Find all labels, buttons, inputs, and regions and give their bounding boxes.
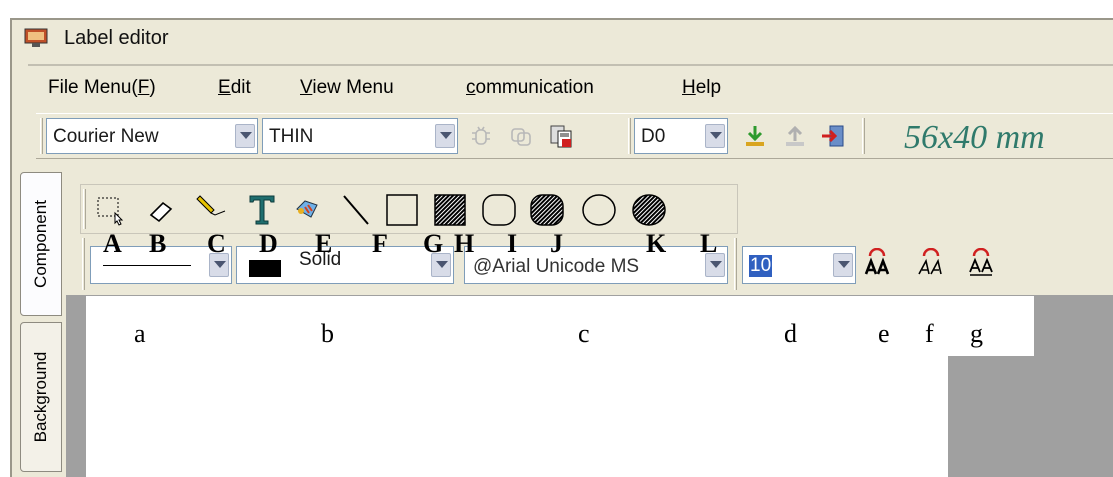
barcode-icon[interactable]	[291, 195, 323, 223]
select-icon[interactable]	[95, 195, 127, 227]
ellipse-icon[interactable]	[581, 193, 617, 227]
annotation-c: c	[578, 319, 590, 348]
toolbar-grip[interactable]	[83, 189, 86, 229]
upload-icon[interactable]	[782, 123, 808, 149]
tab-background[interactable]: Background	[20, 322, 62, 472]
annotation-g: g	[970, 319, 983, 348]
menu-file[interactable]: File Menu(F)	[48, 77, 156, 99]
text-font-value: @Arial Unicode MS	[473, 256, 640, 277]
annotation-b: b	[321, 319, 334, 348]
paste-icon[interactable]	[548, 123, 574, 149]
bug-icon[interactable]	[468, 123, 494, 149]
annotation-K: K	[646, 229, 667, 258]
toolbar-grip[interactable]	[82, 238, 85, 290]
line-weight-value: THIN	[269, 126, 314, 147]
annotation-E: E	[315, 229, 333, 258]
font-size-select[interactable]: 10	[742, 246, 856, 284]
frame-divider	[28, 64, 1113, 66]
window-title: Label editor	[64, 27, 169, 49]
download-icon[interactable]	[742, 123, 768, 149]
font-size-value[interactable]: 10	[749, 255, 773, 277]
fill-swatch	[249, 260, 281, 277]
font-family-value: Courier New	[53, 126, 159, 147]
toolbar-grip[interactable]	[628, 118, 631, 154]
annotation-H: H	[454, 229, 475, 258]
menu-help[interactable]: Help	[682, 77, 721, 99]
chevron-down-icon[interactable]	[833, 253, 853, 277]
annotation-strip	[86, 296, 1034, 356]
annotation-F: F	[372, 229, 388, 258]
annotation-a: a	[134, 319, 146, 348]
app-icon	[24, 28, 48, 47]
annotation-A: A	[103, 229, 122, 258]
chevron-down-icon[interactable]	[435, 124, 455, 148]
font-family-select[interactable]: Courier New	[46, 118, 258, 154]
clone-icon[interactable]	[508, 123, 534, 149]
data-source-select[interactable]: D0	[634, 118, 728, 154]
annotation-f: f	[925, 319, 934, 348]
data-source-value: D0	[641, 126, 666, 147]
line-icon[interactable]	[341, 193, 371, 227]
menu-view[interactable]: View Menu	[300, 77, 394, 99]
annotation-d: d	[784, 319, 797, 348]
exit-icon[interactable]	[820, 123, 846, 149]
annotation-D: D	[259, 229, 278, 258]
title-bar: Label editor	[10, 18, 1113, 60]
tab-component[interactable]: Component	[20, 172, 62, 316]
rectangle-icon[interactable]	[385, 193, 419, 227]
tab-component-label: Component	[31, 200, 50, 288]
pen-icon[interactable]	[193, 195, 231, 225]
toolbar-grip[interactable]	[734, 238, 737, 290]
annotation-I: I	[507, 229, 518, 258]
menu-communication[interactable]: communication	[466, 77, 594, 99]
text-icon[interactable]	[247, 193, 277, 227]
underline-aa-icon[interactable]	[966, 248, 996, 278]
rounded-rectangle-icon[interactable]	[481, 193, 517, 227]
chevron-down-icon[interactable]	[705, 124, 725, 148]
annotation-L: L	[700, 229, 718, 258]
eraser-icon[interactable]	[147, 197, 177, 223]
annotation-B: B	[149, 229, 167, 258]
annotation-C: C	[207, 229, 226, 258]
toolbar-grip[interactable]	[40, 118, 43, 154]
line-style-preview	[103, 265, 191, 266]
label-size: 56x40 mm	[904, 119, 1045, 156]
text-font-select[interactable]: @Arial Unicode MS	[464, 246, 728, 284]
filled-rounded-rectangle-icon[interactable]	[529, 193, 565, 227]
shapes-toolbar	[80, 184, 738, 234]
tab-background-label: Background	[31, 351, 50, 443]
annotation-e: e	[878, 319, 890, 348]
chevron-down-icon[interactable]	[235, 124, 255, 148]
bold-aa-icon[interactable]	[862, 248, 892, 278]
italic-aa-icon[interactable]	[916, 248, 946, 278]
side-tabs: Component Background	[14, 170, 64, 477]
annotation-J: J	[550, 229, 563, 258]
menu-edit[interactable]: Edit	[218, 77, 251, 99]
filled-ellipse-icon[interactable]	[631, 193, 667, 227]
annotation-G: G	[423, 229, 444, 258]
filled-rectangle-icon[interactable]	[433, 193, 467, 227]
line-weight-select[interactable]: THIN	[262, 118, 458, 154]
toolbar-grip[interactable]	[862, 118, 865, 154]
